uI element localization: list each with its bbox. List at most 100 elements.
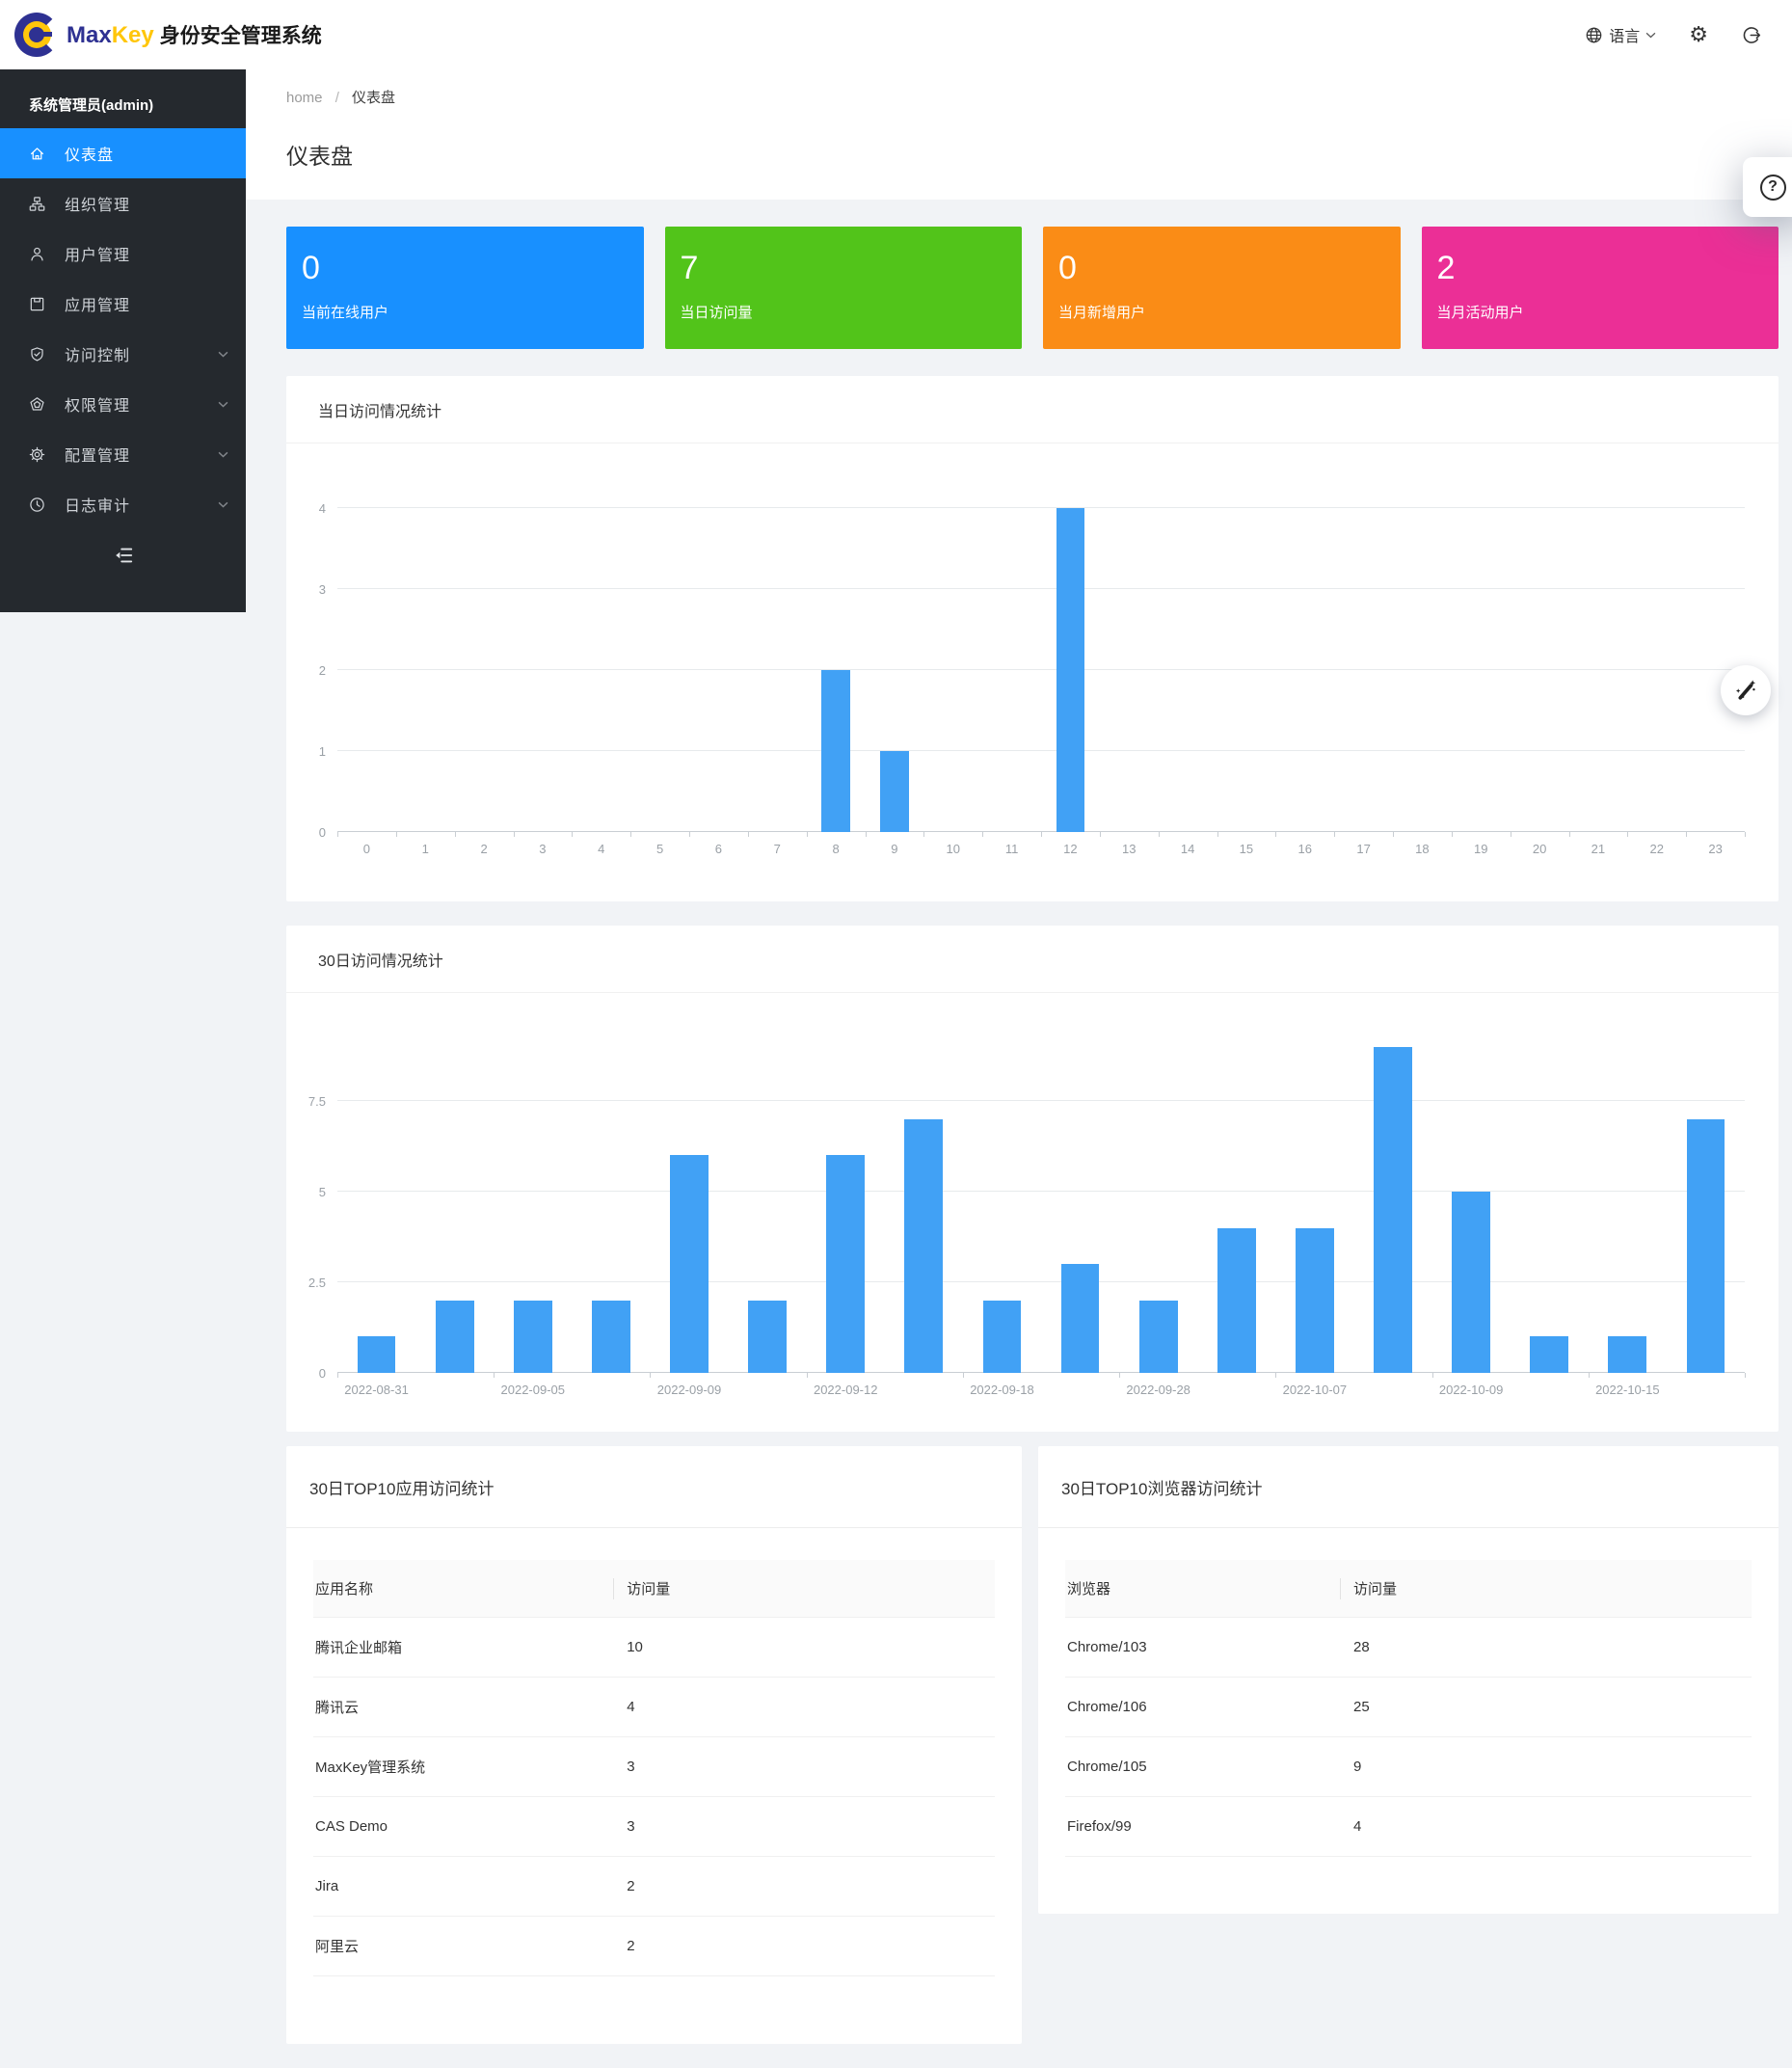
cell-name: MaxKey管理系统 — [313, 1757, 425, 1777]
stat-value: 0 — [302, 252, 644, 284]
sidebar-item-org[interactable]: 组织管理 — [0, 178, 246, 228]
x-axis-tick-label: 2022-08-31 — [344, 1383, 409, 1397]
bar — [1530, 1336, 1568, 1373]
column-header: 访问量 — [1353, 1578, 1397, 1598]
language-menu[interactable]: 语言 — [1585, 23, 1656, 46]
x-axis-tick-mark — [337, 1373, 338, 1378]
sidebar-item-perms[interactable]: 权限管理 — [0, 379, 246, 429]
stat-label: 当月新增用户 — [1058, 302, 1401, 322]
cell-count: 4 — [1353, 1818, 1361, 1835]
x-axis-tick-label: 2022-09-05 — [501, 1383, 566, 1397]
y-axis-tick-label: 5 — [287, 1185, 326, 1199]
cell-count: 4 — [627, 1699, 634, 1715]
x-axis-tick-mark — [396, 832, 397, 837]
breadcrumb-home-link[interactable]: home — [286, 90, 323, 106]
stat-cards-row: 0当前在线用户7当日访问量0当月新增用户2当月活动用户 — [286, 227, 1779, 349]
x-axis-tick-label: 15 — [1240, 842, 1253, 856]
x-axis-tick-label: 6 — [715, 842, 722, 856]
chevron-down-icon — [218, 501, 228, 508]
breadcrumb: home / 仪表盘 — [286, 87, 395, 107]
gridline — [337, 1281, 1745, 1282]
x-axis-tick-label: 3 — [539, 842, 546, 856]
sidebar-item-label: 配置管理 — [65, 443, 130, 466]
language-label: 语言 — [1609, 23, 1640, 46]
x-axis-tick-mark — [650, 1373, 651, 1378]
x-axis-tick-mark — [1275, 832, 1276, 837]
home-icon — [29, 146, 45, 162]
table-row: CAS Demo3 — [313, 1797, 995, 1857]
x-axis-tick-mark — [1452, 832, 1453, 837]
x-axis-tick-label: 21 — [1591, 842, 1605, 856]
cell-count: 2 — [627, 1878, 634, 1894]
y-axis-tick-label: 1 — [287, 744, 326, 759]
sidebar-item-label: 应用管理 — [65, 292, 130, 315]
x-axis-tick-label: 4 — [598, 842, 604, 856]
sidebar-item-config[interactable]: 配置管理 — [0, 429, 246, 479]
x-axis-tick-mark — [1159, 832, 1160, 837]
sidebar-item-users[interactable]: 用户管理 — [0, 228, 246, 279]
x-axis-tick-label: 7 — [774, 842, 781, 856]
x-axis-tick-mark — [1569, 832, 1570, 837]
bar — [821, 670, 850, 832]
bar — [670, 1155, 709, 1373]
chart-title-30day: 30日访问情况统计 — [286, 926, 1779, 993]
gear-icon: ⚙ — [1689, 24, 1708, 45]
sidebar-item-apps[interactable]: 应用管理 — [0, 279, 246, 329]
theme-wand-fab-button[interactable] — [1721, 665, 1771, 715]
logout-button[interactable] — [1741, 25, 1761, 45]
y-axis-tick-label: 2 — [287, 663, 326, 678]
bar — [880, 751, 909, 832]
x-axis-tick-mark — [1589, 1373, 1590, 1378]
x-axis-tick-label: 0 — [363, 842, 370, 856]
x-axis-tick-mark — [630, 832, 631, 837]
cell-count: 25 — [1353, 1699, 1370, 1715]
x-axis-tick-label: 11 — [1005, 842, 1019, 856]
table-row: 腾讯企业邮箱10 — [313, 1618, 995, 1678]
x-axis-tick-label: 19 — [1474, 842, 1487, 856]
menu-fold-icon[interactable] — [113, 545, 134, 566]
chevron-down-icon — [218, 451, 228, 458]
help-fab-button[interactable]: ? — [1743, 157, 1792, 217]
settings-button[interactable]: ⚙ — [1689, 24, 1708, 45]
sidebar-menu: 仪表盘组织管理用户管理应用管理访问控制权限管理配置管理日志审计 — [0, 128, 246, 529]
breadcrumb-separator: / — [335, 90, 339, 106]
cell-name: Chrome/105 — [1065, 1759, 1147, 1775]
stat-card-1: 7当日访问量 — [665, 227, 1023, 349]
table-row: Jira2 — [313, 1857, 995, 1917]
x-axis-tick-label: 2022-10-15 — [1595, 1383, 1660, 1397]
x-axis-tick-mark — [689, 832, 690, 837]
maxkey-logo-icon — [14, 13, 59, 57]
bar — [1687, 1119, 1725, 1373]
brand-title: MaxKey身份安全管理系统 — [67, 20, 322, 49]
x-axis-tick-label: 22 — [1650, 842, 1664, 856]
gridline — [337, 507, 1745, 508]
stat-label: 当月活动用户 — [1437, 302, 1779, 322]
x-axis-tick-mark — [1393, 832, 1394, 837]
table-row: Chrome/1059 — [1065, 1737, 1752, 1797]
x-axis-tick-label: 20 — [1533, 842, 1546, 856]
x-axis-tick-mark — [1432, 1373, 1433, 1378]
y-axis-tick-label: 0 — [287, 1366, 326, 1381]
table-row: MaxKey管理系统3 — [313, 1737, 995, 1797]
x-axis-tick-mark — [963, 1373, 964, 1378]
x-axis-tick-label: 18 — [1415, 842, 1429, 856]
x-axis-tick-label: 2 — [480, 842, 487, 856]
sidebar-item-audit[interactable]: 日志审计 — [0, 479, 246, 529]
page-title: 仪表盘 — [286, 138, 353, 171]
question-circle-icon: ? — [1760, 175, 1786, 201]
cell-name: 腾讯企业邮箱 — [313, 1637, 402, 1657]
sidebar-item-dashboard[interactable]: 仪表盘 — [0, 128, 246, 178]
x-axis-tick-mark — [1217, 832, 1218, 837]
y-axis-tick-label: 4 — [287, 501, 326, 516]
sidebar-item-access[interactable]: 访问控制 — [0, 329, 246, 379]
cell-name: Chrome/103 — [1065, 1639, 1147, 1655]
y-axis-tick-label: 0 — [287, 825, 326, 840]
bar — [1139, 1301, 1178, 1373]
bar — [904, 1119, 943, 1373]
gridline — [337, 1191, 1745, 1192]
x-axis-tick-mark — [514, 832, 515, 837]
x-axis-tick-mark — [1275, 1373, 1276, 1378]
x-axis-tick-label: 13 — [1122, 842, 1136, 856]
admin-user-label: 系统管理员(admin) — [0, 69, 246, 128]
x-axis-tick-mark — [1745, 1373, 1746, 1378]
